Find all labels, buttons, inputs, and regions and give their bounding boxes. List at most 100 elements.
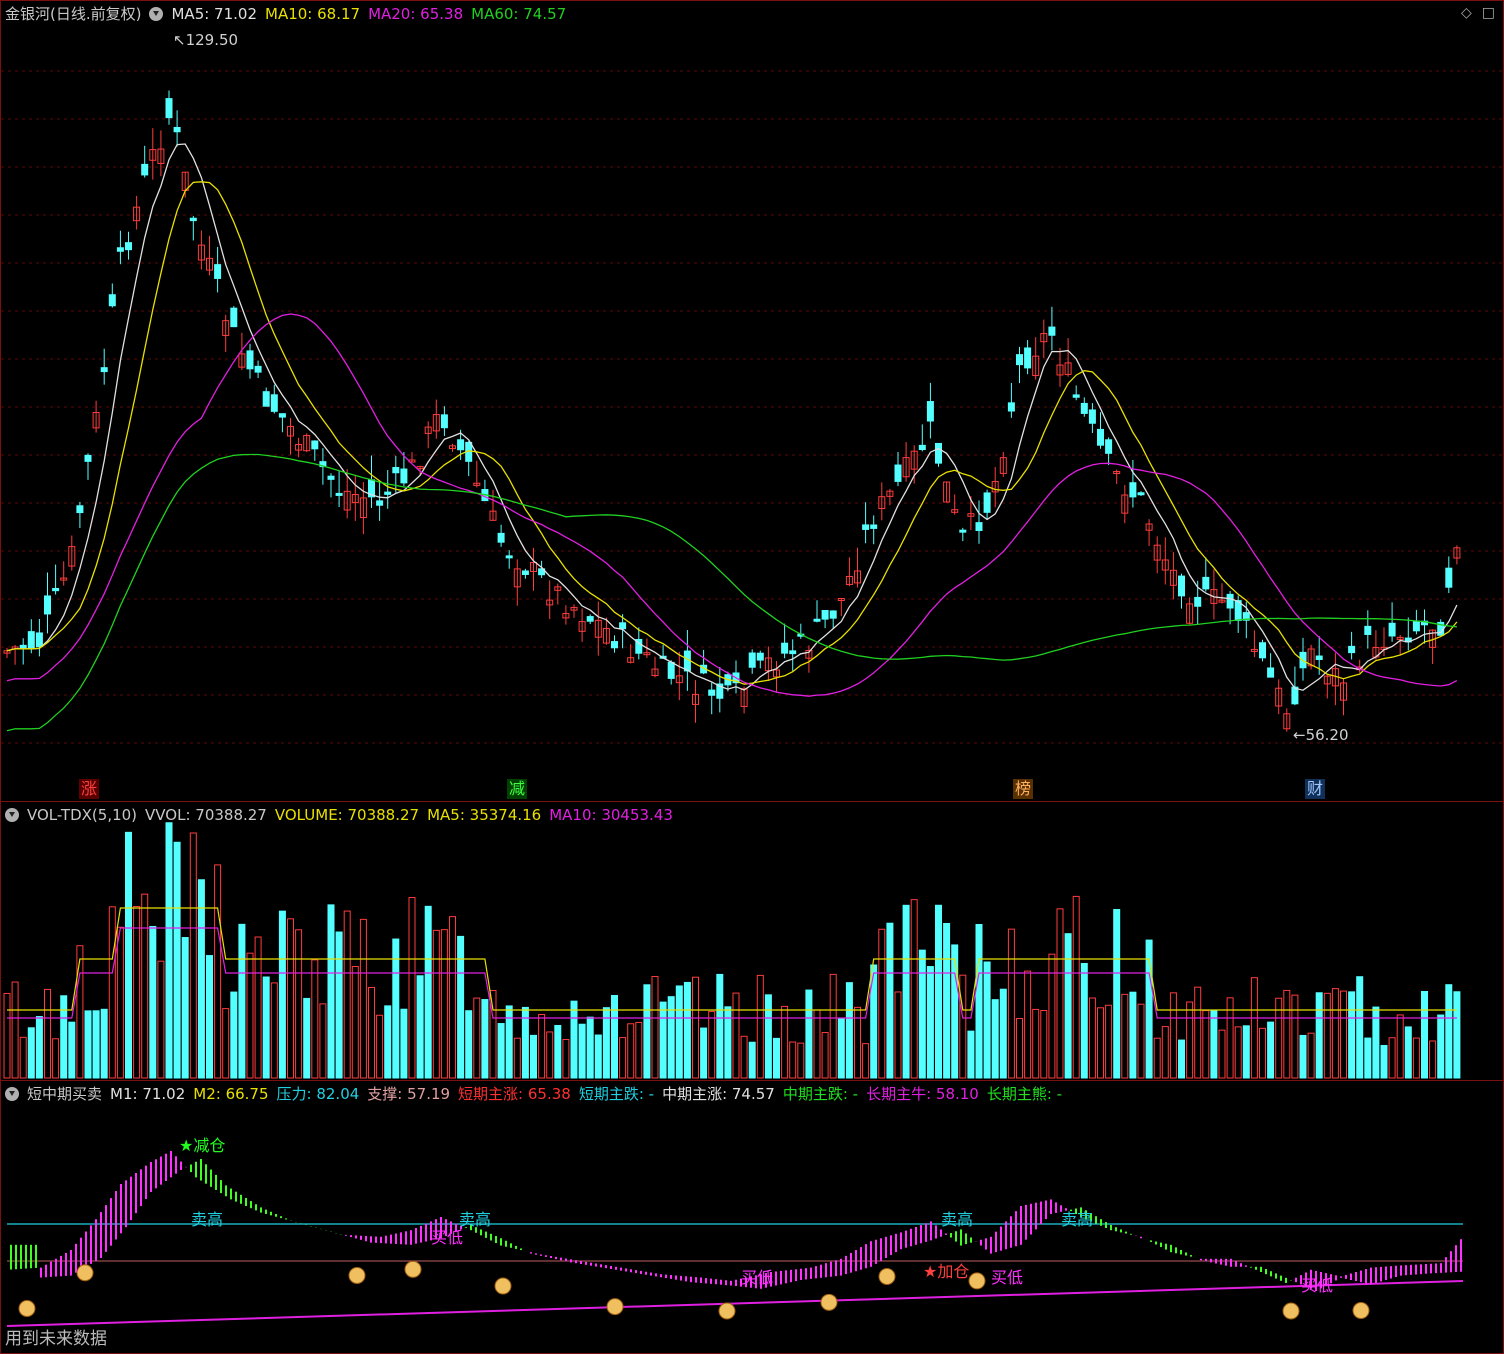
volume-bar <box>926 966 934 1079</box>
candle-body <box>108 294 116 307</box>
price-header: 金银河(日线.前复权) MA5: 71.02 MA10: 68.17 MA20: 65… <box>5 3 582 25</box>
event-tag-0[interactable]: 涨 <box>79 779 100 799</box>
event-tag-2[interactable]: 榜 <box>1013 779 1034 799</box>
candle-body <box>1226 593 1234 609</box>
event-tag-3[interactable]: 财 <box>1305 779 1326 799</box>
candle-body <box>100 367 108 373</box>
volume-bar <box>481 999 489 1079</box>
signal-label-7: 买低 <box>991 1268 1023 1287</box>
volume-bar <box>254 936 262 1079</box>
dropdown-icon[interactable] <box>5 1087 19 1101</box>
volume-chart[interactable] <box>1 802 1503 1080</box>
volume-bar <box>546 1031 554 1079</box>
volume-bar <box>943 922 951 1079</box>
volume-bar <box>732 992 740 1079</box>
volume-bar <box>100 1008 108 1079</box>
stock-title[interactable]: 金银河(日线.前复权) <box>5 5 141 23</box>
volume-bar <box>586 1016 594 1079</box>
volume-title[interactable]: VOL-TDX(5,10) <box>27 806 137 824</box>
volume-bar <box>1307 1032 1315 1079</box>
volume-bar <box>238 923 246 1079</box>
vol-ma5-line <box>7 907 1457 1011</box>
ind-label-0: M1: 71.02 <box>110 1085 186 1103</box>
candle-body <box>829 610 837 619</box>
candle-body <box>619 622 627 630</box>
money-bag-icon <box>18 1300 36 1318</box>
volume-bar <box>611 994 618 1079</box>
volume-bar <box>1024 970 1032 1079</box>
volume-bar <box>1315 992 1323 1079</box>
volume-bar <box>392 938 400 1079</box>
diamond-icon[interactable]: ◇ <box>1461 5 1472 21</box>
volume-bar <box>1267 1021 1275 1079</box>
volume-bar <box>1388 1037 1396 1079</box>
ma-label-3: MA60: 74.57 <box>471 5 567 23</box>
volume-bar <box>781 1005 789 1079</box>
indicator-title[interactable]: 短中期买卖 <box>27 1085 102 1103</box>
volume-bar <box>570 1000 578 1079</box>
money-bag-icon <box>76 1264 94 1282</box>
candle-body <box>667 661 675 679</box>
volume-bar <box>368 986 375 1079</box>
square-icon[interactable]: □ <box>1482 5 1495 21</box>
volume-bar <box>554 1024 562 1079</box>
candlestick-chart[interactable]: ↖129.50 ←56.20 <box>1 1 1503 801</box>
candle-body <box>116 247 124 252</box>
volume-bar <box>343 910 351 1079</box>
indicator-panel[interactable]: ★减仓 卖高 卖高 卖高 卖高 买低 买低 买低 ★加仓 买低 短中期买卖 M1: 71.02 M2:… <box>0 1080 1504 1354</box>
volume-bar <box>287 918 294 1079</box>
volume-bar <box>295 929 303 1079</box>
dropdown-icon[interactable] <box>149 7 164 21</box>
candle-body <box>748 652 756 668</box>
volume-bar <box>440 929 448 1079</box>
volume-bar <box>894 991 902 1079</box>
volume-header: VOL-TDX(5,10) VVOL: 70388.27 VOLUME: 70388… <box>5 804 689 826</box>
ma-label-1: MA10: 68.17 <box>265 5 361 23</box>
volume-bar <box>805 989 813 1079</box>
candle-body <box>1097 428 1104 446</box>
money-bag-icon <box>1282 1302 1300 1320</box>
money-bag-icon <box>718 1302 736 1320</box>
volume-bar <box>44 988 51 1079</box>
candle-body <box>327 475 335 480</box>
corner-controls: ◇ □ <box>1451 5 1495 21</box>
volume-bar <box>416 975 424 1079</box>
volume-bar <box>1348 991 1356 1079</box>
volume-bar <box>829 973 837 1079</box>
volume-bar <box>716 973 724 1079</box>
signal-label-1: 卖高 <box>191 1210 223 1229</box>
volume-bar <box>1331 988 1339 1079</box>
volume-bar <box>1088 997 1096 1079</box>
money-bag-icon <box>348 1266 366 1284</box>
candle-body <box>781 642 789 654</box>
event-tag-1[interactable]: 减 <box>507 779 528 799</box>
candle-body <box>586 616 594 622</box>
volume-bar <box>1194 986 1202 1079</box>
volume-bar <box>1421 990 1428 1079</box>
vol-ma10-line <box>7 927 1457 1019</box>
price-chart-panel[interactable]: ↖129.50 ←56.20 金银河(日线.前复权) MA5: 71.02 MA10:… <box>0 0 1504 802</box>
candle-body <box>440 414 448 429</box>
volume-bar <box>19 1036 27 1079</box>
dropdown-icon[interactable] <box>5 808 19 822</box>
indicator-chart[interactable]: ★减仓卖高 卖高 卖高卖高买低买低 买低★加仓买低 <box>1 1081 1503 1353</box>
future-data-note: 用到未来数据 <box>5 1329 107 1349</box>
candle-body <box>1016 354 1023 366</box>
ind-label-7: 中期主跌: - <box>782 1085 859 1103</box>
volume-bar <box>1380 1044 1388 1079</box>
volume-bar <box>1137 1003 1145 1079</box>
ind-label-5: 短期主跌: - <box>578 1085 655 1103</box>
volume-bar <box>748 1041 756 1079</box>
volume-bar <box>497 1023 505 1079</box>
volume-panel[interactable]: VOL-TDX(5,10) VVOL: 70388.27 VOLUME: 70388… <box>0 801 1504 1081</box>
volume-bar <box>1080 962 1088 1079</box>
volume-bar <box>473 997 481 1079</box>
volume-bar <box>683 981 691 1079</box>
volume-bar <box>910 899 918 1079</box>
candle-body <box>35 632 43 648</box>
volume-bar <box>408 897 416 1079</box>
volume-bar <box>92 1010 100 1079</box>
indicator-values: M1: 71.02 M2: 66.75 压力: 82.04 支撑: 57.19 短期主涨… <box>110 1085 1070 1103</box>
money-bag-icon <box>968 1272 986 1290</box>
volume-bar <box>1364 1037 1372 1079</box>
